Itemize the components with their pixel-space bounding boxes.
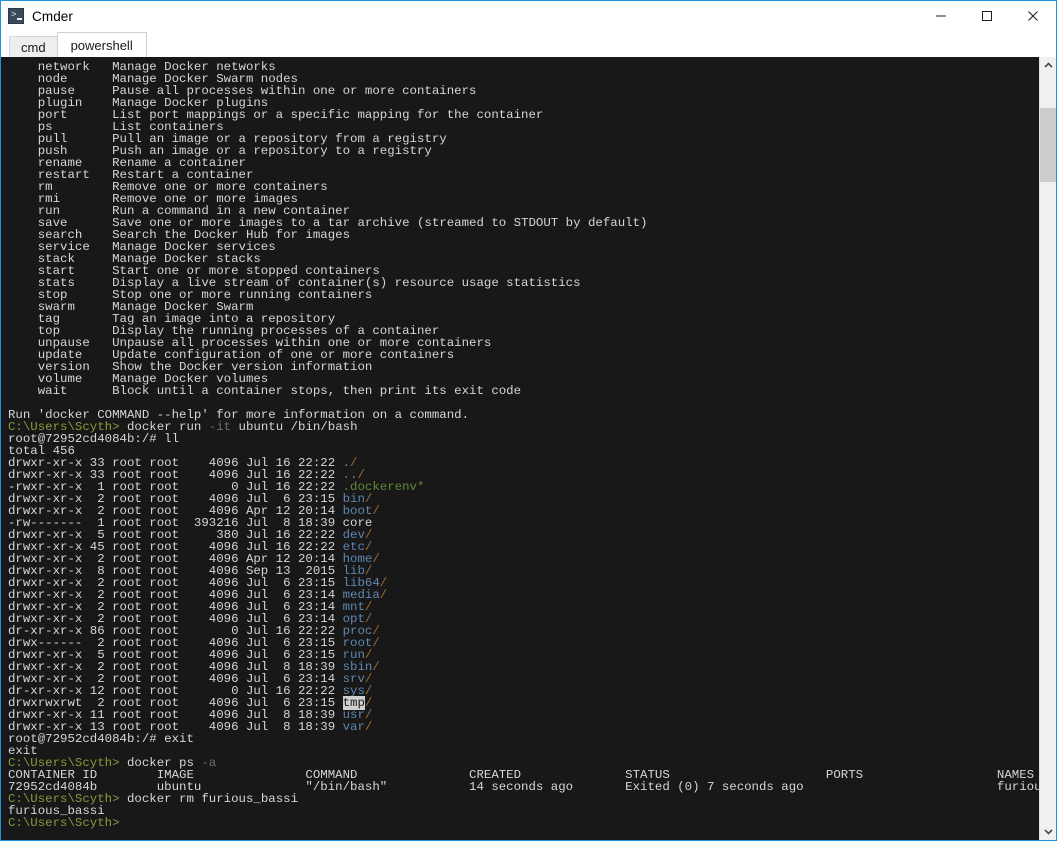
terminal-line: root@72952cd4084b:/# ll <box>8 432 180 446</box>
scrollbar-track[interactable] <box>1040 74 1056 823</box>
terminal-scrollbar[interactable] <box>1039 57 1056 840</box>
tab-bar: cmd powershell <box>1 31 1056 57</box>
terminal-line: C:\Users\Scyth> <box>8 816 120 830</box>
title-bar: Cmder <box>1 1 1056 31</box>
close-button[interactable] <box>1010 1 1056 31</box>
terminal-line: furious_bassi <box>8 804 105 818</box>
terminal-line: root@72952cd4084b:/# exit <box>8 732 194 746</box>
terminal-line: C:\Users\Scyth> docker rm furious_bassi <box>8 792 299 806</box>
chevron-up-icon[interactable] <box>1040 57 1056 74</box>
window-controls <box>918 1 1056 31</box>
minimize-button[interactable] <box>918 1 964 31</box>
terminal-area: network Manage Docker networks node Mana… <box>1 57 1056 840</box>
window-title: Cmder <box>32 8 74 24</box>
terminal-output[interactable]: network Manage Docker networks node Mana… <box>1 57 1039 840</box>
terminal-line: wait Block until a container stops, then… <box>8 384 522 398</box>
maximize-button[interactable] <box>964 1 1010 31</box>
cmder-window: Cmder cmd powershell network Manage Dock… <box>0 0 1057 841</box>
tab-cmd[interactable]: cmd <box>9 36 58 57</box>
tab-powershell[interactable]: powershell <box>56 32 147 57</box>
chevron-down-icon[interactable] <box>1040 823 1056 840</box>
scrollbar-thumb[interactable] <box>1040 108 1056 182</box>
console-icon <box>8 8 24 24</box>
